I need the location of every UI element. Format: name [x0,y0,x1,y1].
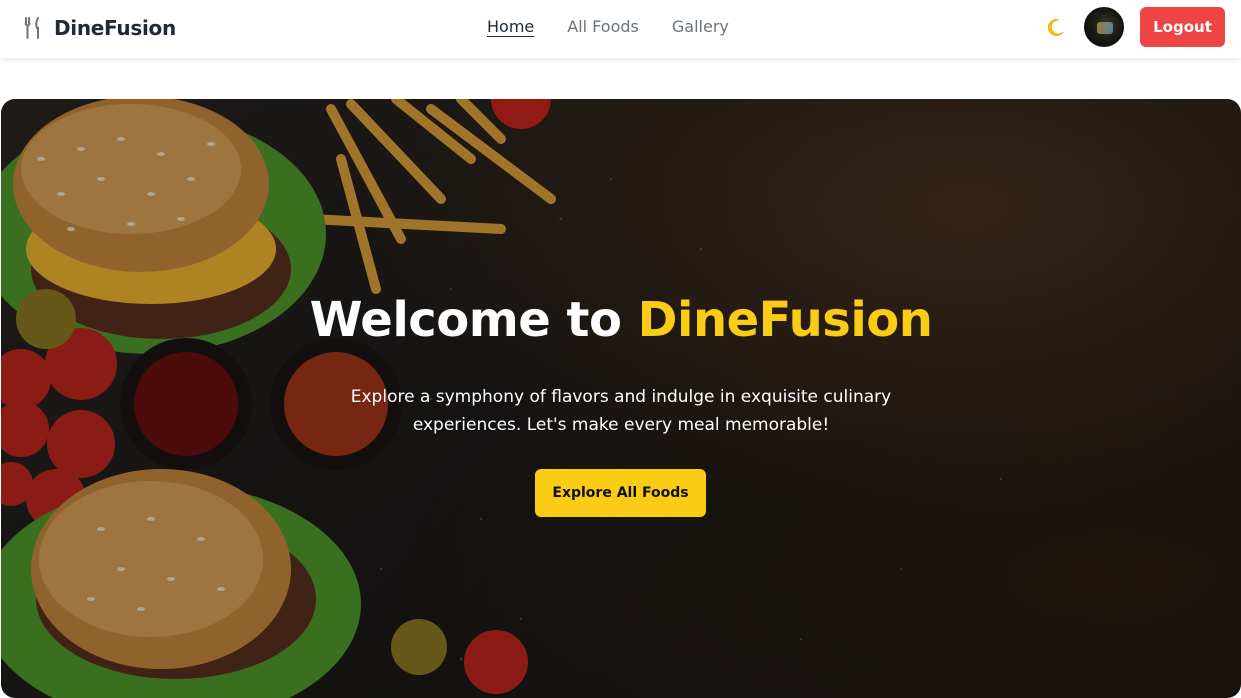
hero-title: Welcome to DineFusion [1,292,1241,348]
hero-title-accent: DineFusion [637,292,933,348]
nav-link-all-foods[interactable]: All Foods [567,17,639,37]
moon-icon[interactable] [1044,17,1066,39]
hero-banner: Welcome to DineFusion Explore a symphony… [1,99,1241,698]
hero-content: Welcome to DineFusion Explore a symphony… [1,99,1241,698]
main-nav: Home All Foods Gallery [487,17,729,37]
fork-knife-icon [24,16,42,40]
hero-subtitle: Explore a symphony of flavors and indulg… [350,387,892,435]
brand-name: DineFusion [54,16,176,40]
brand[interactable]: DineFusion [24,14,176,42]
explore-all-foods-button[interactable]: Explore All Foods [535,469,706,517]
nav-link-gallery[interactable]: Gallery [672,17,729,37]
hero-title-prefix: Welcome to [309,292,638,348]
navbar: DineFusion Home All Foods Gallery Logout [0,0,1241,58]
logout-button[interactable]: Logout [1140,7,1225,47]
avatar[interactable] [1084,7,1124,47]
nav-link-home[interactable]: Home [487,17,534,37]
